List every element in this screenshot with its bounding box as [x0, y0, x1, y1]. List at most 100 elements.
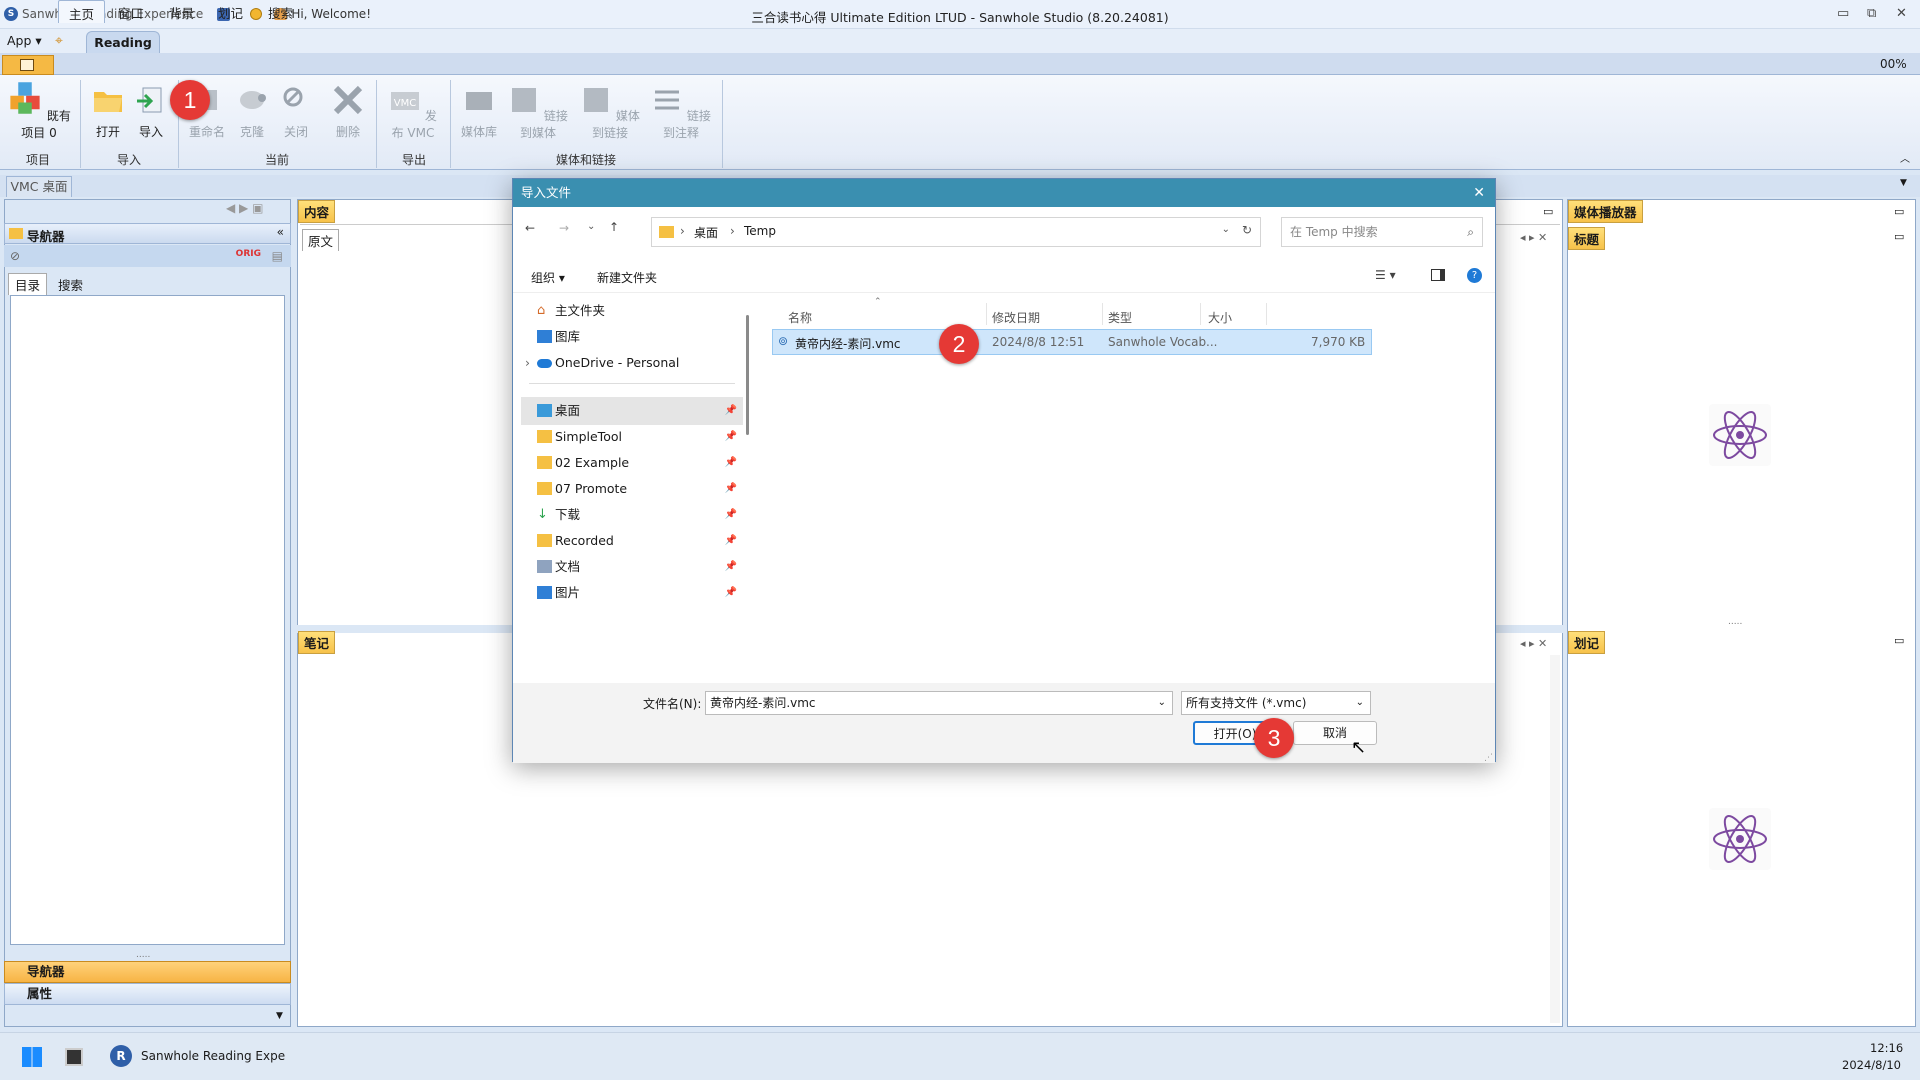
tab-original-text[interactable]: 原文	[302, 229, 340, 251]
tree-item-pictures[interactable]: 图片 📌	[521, 579, 743, 607]
organize-menu[interactable]: 组织 ▾	[531, 269, 565, 286]
col-header-size[interactable]: 大小	[1208, 309, 1232, 326]
subtitle-maximize-icon[interactable]: ▭	[1894, 230, 1904, 243]
back-icon[interactable]: ←	[525, 221, 535, 235]
search-input[interactable]: 在 Temp 中搜索 ⌕	[1281, 217, 1483, 247]
dialog-close-icon[interactable]: ✕	[1473, 179, 1485, 207]
pin-icon[interactable]: 📌	[725, 397, 737, 425]
preview-pane-icon[interactable]	[1431, 269, 1445, 281]
terminal-icon[interactable]	[65, 1048, 83, 1066]
tab-nav-search[interactable]: 搜索	[52, 275, 89, 294]
content-maximize-icon[interactable]: ▭	[1543, 205, 1553, 218]
restore-icon[interactable]: ⧉	[1867, 6, 1876, 21]
tree-item-onedrive[interactable]: › OneDrive - Personal	[521, 349, 743, 377]
close-window-icon[interactable]: ✕	[1896, 6, 1907, 21]
content-nav-icon[interactable]: ◂ ▸ ✕	[1520, 231, 1547, 244]
close-button[interactable]: 关闭	[278, 84, 314, 140]
publish-vmc-button[interactable]: VMC 发布 VMC	[384, 84, 442, 141]
filename-dropdown-icon[interactable]: ⌄	[1158, 692, 1166, 714]
tree-item-documents[interactable]: 文档 📌	[521, 553, 743, 581]
ribbon-tab-background[interactable]: 背景	[169, 3, 194, 22]
existing-items-button[interactable]: 既有项目 0	[6, 80, 72, 141]
address-bar[interactable]: › 桌面 › Temp ⌄ ↻	[651, 217, 1261, 247]
address-dropdown-icon[interactable]: ⌄	[1222, 224, 1230, 235]
app-taskbar-icon[interactable]: R	[110, 1045, 132, 1067]
breadcrumb-temp[interactable]: Temp	[744, 224, 776, 238]
ribbon-tab-highlight[interactable]: 划记	[218, 3, 243, 22]
pin-icon[interactable]: 📌	[725, 449, 737, 477]
app-orange-button[interactable]	[2, 55, 54, 75]
collapse-icon[interactable]: «	[277, 225, 284, 239]
tree-item-simpletool[interactable]: SimpleTool 📌	[521, 423, 743, 451]
clone-button[interactable]: 克隆	[234, 84, 270, 140]
media-maximize-icon[interactable]: ▭	[1894, 205, 1904, 218]
tree-item-home[interactable]: ⌂ 主文件夹	[521, 297, 743, 325]
media-splitter-grip[interactable]: .....	[1728, 617, 1742, 627]
ribbon-tab-window[interactable]: 窗口	[118, 3, 143, 22]
notes-scrollbar[interactable]	[1550, 655, 1560, 1023]
print-icon[interactable]: ▤	[272, 249, 283, 263]
app-menu[interactable]: App ▾	[7, 33, 42, 48]
splitter-grip[interactable]: .....	[136, 950, 150, 960]
recent-dropdown-icon[interactable]: ⌄	[587, 221, 595, 232]
link-to-media-button[interactable]: 链接到媒体	[506, 84, 570, 141]
tree-scrollbar[interactable]	[746, 315, 749, 435]
navigator-bottom-tab[interactable]: 导航器	[4, 961, 291, 983]
properties-bottom-tab[interactable]: 属性	[4, 983, 291, 1005]
pin-icon[interactable]: 📌	[725, 527, 737, 555]
ribbon-tab-home[interactable]: 主页	[58, 0, 106, 23]
clock-time[interactable]: 12:16	[1870, 1041, 1903, 1055]
nav-arrows-icon[interactable]: ◀ ▶ ▣	[226, 201, 263, 215]
tab-reading[interactable]: Reading	[86, 31, 160, 53]
highlight-maximize-icon[interactable]: ▭	[1894, 634, 1904, 647]
taskbar-app-label[interactable]: Sanwhole Reading Expe	[141, 1049, 285, 1063]
satellite-icon[interactable]: ⊘	[10, 249, 20, 263]
delete-button[interactable]: 删除	[330, 84, 366, 140]
notes-nav-icon[interactable]: ◂ ▸ ✕	[1520, 637, 1547, 650]
media-to-link-button[interactable]: 媒体到链接	[578, 84, 642, 141]
pin-icon[interactable]: 📌	[725, 579, 737, 607]
collapse-ribbon-icon[interactable]: ︿	[1900, 150, 1910, 165]
tree-item-02-example[interactable]: 02 Example 📌	[521, 449, 743, 477]
windows-start-icon[interactable]	[22, 1047, 42, 1067]
tree-item-07-promote[interactable]: 07 Promote 📌	[521, 475, 743, 503]
media-library-button[interactable]: 媒体库	[458, 84, 500, 140]
pin-icon[interactable]: 📌	[725, 423, 737, 451]
minimize-icon[interactable]: ▭	[1837, 6, 1849, 21]
expand-chevron-icon[interactable]: ›	[525, 349, 530, 377]
medal-icon[interactable]	[250, 8, 263, 20]
navigator-dropdown-icon[interactable]: ▼	[276, 1011, 283, 1021]
pin-icon[interactable]: 📌	[725, 475, 737, 503]
tree-item-downloads[interactable]: ↓ 下载 📌	[521, 501, 743, 529]
tab-contents[interactable]: 目录	[8, 273, 48, 295]
up-icon[interactable]: ↑	[609, 220, 619, 234]
settings-gear-icon[interactable]: ⌖	[55, 33, 63, 49]
orig-icon[interactable]: ORIG	[236, 249, 261, 259]
filter-dropdown-icon[interactable]: ⌄	[1356, 692, 1364, 714]
tree-item-desktop[interactable]: 桌面 📌	[521, 397, 743, 425]
new-folder-button[interactable]: 新建文件夹	[597, 269, 657, 286]
pin-icon[interactable]: 📌	[725, 501, 737, 529]
tab-dropdown-icon[interactable]: ▼	[1900, 178, 1907, 188]
help-icon[interactable]: ?	[1467, 268, 1482, 283]
col-header-date[interactable]: 修改日期	[992, 309, 1040, 326]
view-options-icon[interactable]: ☰ ▾	[1375, 268, 1396, 282]
clock-date[interactable]: 2024/8/10	[1842, 1058, 1901, 1072]
tree-item-gallery[interactable]: 图库	[521, 323, 743, 351]
tab-vmc-desktop[interactable]: VMC 桌面	[6, 176, 72, 197]
resize-grip-icon[interactable]: ⋰	[1484, 753, 1493, 763]
forward-icon[interactable]: →	[559, 221, 569, 235]
contents-tree[interactable]	[10, 295, 285, 945]
import-button[interactable]: 导入	[133, 84, 169, 140]
tree-item-recorded[interactable]: Recorded 📌	[521, 527, 743, 555]
open-button[interactable]: 打开	[90, 84, 126, 140]
col-header-name[interactable]: 名称	[788, 309, 812, 326]
breadcrumb-desktop[interactable]: 桌面	[694, 224, 718, 241]
file-type-filter[interactable]: 所有支持文件 (*.vmc) ⌄	[1181, 691, 1371, 715]
link-to-note-button[interactable]: 链接到注释	[648, 84, 714, 141]
pin-icon[interactable]: 📌	[725, 553, 737, 581]
file-row[interactable]: ⊚ 黄帝内经-素问.vmc 2024/8/8 12:51 Sanwhole Vo…	[772, 329, 1372, 355]
ribbon-tab-search[interactable]: 搜索	[268, 3, 293, 22]
col-header-type[interactable]: 类型	[1108, 309, 1132, 326]
filename-input[interactable]: 黄帝内经-素问.vmc ⌄	[705, 691, 1173, 715]
